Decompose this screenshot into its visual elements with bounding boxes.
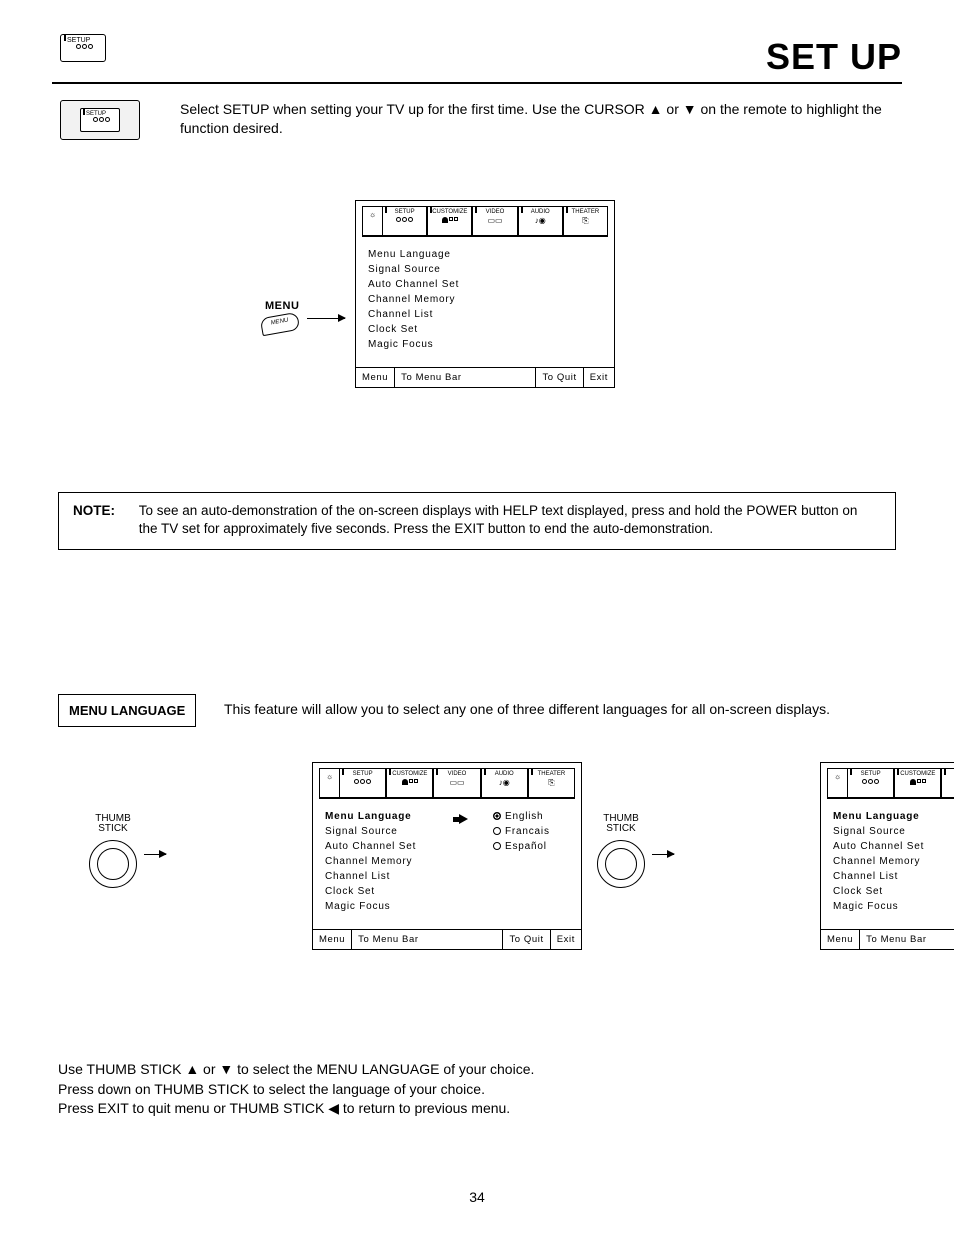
list-item: Clock Set (833, 884, 954, 899)
tab-setup: SETUP (382, 206, 427, 235)
arrow-right-icon (453, 811, 468, 829)
tab-customize: CUSTOMIZE (427, 206, 472, 235)
menu-language-heading: MENU LANGUAGE (58, 694, 196, 727)
instruction-line: Press down on THUMB STICK to select the … (58, 1080, 896, 1100)
osd-footer: Menu To Menu Bar To Quit Exit (356, 367, 614, 387)
tab-video: VIDEO▭▭ (941, 768, 954, 797)
lang-option-espanol: Español (493, 839, 569, 854)
radio-selected-icon (493, 812, 501, 820)
thumb-stick-icon (597, 840, 645, 888)
footer-to-quit: To Quit (502, 930, 549, 949)
list-item: Signal Source (325, 824, 455, 839)
instruction-line: Use THUMB STICK ▲ or ▼ to select the MEN… (58, 1060, 896, 1080)
list-item: Auto Channel Set (833, 839, 954, 854)
list-item: Auto Channel Set (325, 839, 455, 854)
page-number: 34 (0, 1189, 954, 1205)
footer-menu: Menu (313, 930, 352, 949)
footer-exit: Exit (583, 368, 614, 387)
list-item: Auto Channel Set (368, 277, 498, 292)
note-text: To see an auto-demonstration of the on-s… (139, 502, 877, 538)
list-item: Channel List (833, 869, 954, 884)
thumb-stick-left: THUMB STICK (58, 762, 168, 950)
radio-icon (493, 842, 501, 850)
list-item: Channel Memory (325, 854, 455, 869)
arrow-right-icon (652, 854, 674, 855)
note-label: NOTE: (73, 502, 135, 520)
list-item: Magic Focus (833, 899, 954, 914)
note-box: NOTE: To see an auto-demonstration of th… (58, 492, 896, 550)
instruction-line: Press EXIT to quit menu or THUMB STICK ◀… (58, 1099, 896, 1119)
list-item: Channel List (325, 869, 455, 884)
list-item: Channel Memory (833, 854, 954, 869)
arrow-right-icon (307, 318, 345, 319)
list-item: Channel Memory (368, 292, 498, 307)
list-item: Menu Language (325, 809, 455, 824)
lang-option-english: English (493, 809, 569, 824)
header-setup-badge: SETUP (60, 34, 106, 62)
tab-audio: AUDIO♪◉ (481, 768, 528, 797)
instructions-block: Use THUMB STICK ▲ or ▼ to select the MEN… (58, 1060, 896, 1119)
page-title: SET UP (766, 36, 902, 78)
tab-setup: SETUP (847, 768, 894, 797)
footer-menu: Menu (356, 368, 395, 387)
menu-button-icon: MENU (260, 312, 301, 336)
menu-language-intro: This feature will allow you to select an… (224, 701, 896, 717)
list-item: Menu Language (368, 247, 498, 262)
footer-to-menu-bar: To Menu Bar (860, 930, 954, 949)
list-item: Magic Focus (368, 337, 498, 352)
thumb-stick-right: THUMB STICK (566, 762, 676, 950)
tab-customize: CUSTOMIZE (386, 768, 433, 797)
list-item: Clock Set (368, 322, 498, 337)
lower-osd-left: ☼ SETUP CUSTOMIZE VIDEO▭▭ AUDIO♪◉ THEATE… (312, 762, 582, 950)
thumb-label-2: STICK (606, 823, 635, 834)
tab-brightness-icon: ☼ (362, 206, 382, 235)
footer-to-quit: To Quit (535, 368, 582, 387)
tab-video: VIDEO▭▭ (472, 206, 517, 235)
list-item: Signal Source (368, 262, 498, 277)
radio-icon (493, 827, 501, 835)
lower-osd-row: THUMB STICK ☼ SETUP CUSTOMIZE VIDEO▭▭ AU… (58, 762, 896, 950)
title-rule (52, 82, 902, 84)
lang-option-francais: Francais (493, 824, 569, 839)
list-item: Clock Set (325, 884, 455, 899)
header-setup-label: SETUP (67, 37, 90, 44)
list-item: Magic Focus (325, 899, 455, 914)
list-item: Signal Source (833, 824, 954, 839)
intro-setup-key: SETUP (60, 100, 140, 140)
lower-osd-right: ☼ SETUP CUSTOMIZE VIDEO▭▭ AUDIO♪◉ THEATE… (820, 762, 954, 950)
thumb-stick-icon (89, 840, 137, 888)
tab-setup: SETUP (339, 768, 386, 797)
tab-video: VIDEO▭▭ (433, 768, 480, 797)
thumb-label-2: STICK (98, 823, 127, 834)
tab-audio: AUDIO♪◉ (518, 206, 563, 235)
list-item: Menu Language (833, 809, 954, 824)
tab-theater: THEATER⎘ (563, 206, 608, 235)
footer-to-menu-bar: To Menu Bar (395, 368, 535, 387)
footer-to-menu-bar: To Menu Bar (352, 930, 502, 949)
tab-brightness-icon: ☼ (319, 768, 339, 797)
main-osd: ☼ SETUP CUSTOMIZE VIDEO▭▭ AUDIO♪◉ THEATE… (355, 200, 615, 388)
tab-brightness-icon: ☼ (827, 768, 847, 797)
menu-button-label: MENU (265, 300, 299, 312)
footer-menu: Menu (821, 930, 860, 949)
main-osd-group: MENU MENU ☼ SETUP CUSTOMIZE VIDEO▭▭ AUDI… (275, 200, 675, 388)
tab-customize: CUSTOMIZE (894, 768, 941, 797)
list-item: Channel List (368, 307, 498, 322)
osd-setup-items: Menu Language Signal Source Auto Channel… (368, 247, 498, 359)
intro-text: Select SETUP when setting your TV up for… (180, 100, 902, 138)
arrow-right-icon (144, 854, 166, 855)
osd-tab-bar: ☼ SETUP CUSTOMIZE VIDEO▭▭ AUDIO♪◉ THEATE… (356, 201, 614, 235)
